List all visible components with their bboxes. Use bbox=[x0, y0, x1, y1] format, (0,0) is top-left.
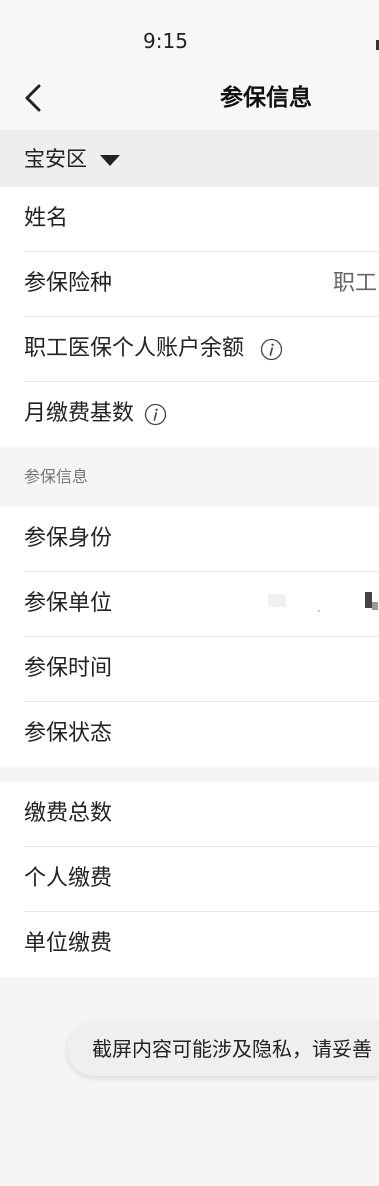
list-item[interactable]: 姓名 bbox=[0, 187, 379, 252]
list-item[interactable]: 缴费总数 bbox=[0, 782, 379, 847]
row-label: 姓名 bbox=[24, 206, 69, 231]
list-item[interactable]: 参保单位 bbox=[0, 572, 379, 637]
insurance-info-section: 参保身份 参保单位 参保时间 参保状态 bbox=[0, 507, 379, 767]
list-item[interactable]: 单位缴费 bbox=[0, 912, 379, 977]
row-label: 职工医保个人账户余额 bbox=[24, 336, 245, 361]
row-label: 参保时间 bbox=[24, 656, 113, 681]
caret-down-icon bbox=[100, 155, 120, 166]
list-item[interactable]: 职工医保个人账户余额 bbox=[0, 317, 379, 382]
privacy-toast: 截屏内容可能涉及隐私，请妥善 bbox=[67, 1022, 379, 1076]
list-item[interactable]: 参保状态 bbox=[0, 702, 379, 767]
back-chevron-icon[interactable] bbox=[22, 83, 44, 113]
region-selector[interactable]: 宝安区 bbox=[0, 130, 379, 187]
payment-section: 缴费总数 个人缴费 单位缴费 bbox=[0, 782, 379, 977]
row-label: 单位缴费 bbox=[24, 931, 113, 956]
redacted-mark bbox=[268, 594, 286, 607]
section-header-label: 参保信息 bbox=[24, 467, 89, 486]
list-item[interactable]: 参保身份 bbox=[0, 507, 379, 572]
list-item[interactable]: 月缴费基数 bbox=[0, 382, 379, 447]
info-icon[interactable] bbox=[144, 403, 167, 426]
section-header: 参保信息 bbox=[0, 448, 379, 507]
row-label: 月缴费基数 bbox=[24, 401, 135, 426]
redacted-mark bbox=[318, 610, 320, 612]
redacted-mark bbox=[372, 602, 378, 610]
redacted-mark bbox=[365, 592, 372, 608]
region-label: 宝安区 bbox=[24, 147, 87, 171]
list-item[interactable]: 参保时间 bbox=[0, 637, 379, 702]
info-icon[interactable] bbox=[260, 338, 283, 361]
row-label: 参保状态 bbox=[24, 721, 113, 746]
row-label: 参保险种 bbox=[24, 271, 113, 296]
page-title: 参保信息 bbox=[220, 85, 312, 111]
row-label: 缴费总数 bbox=[24, 801, 113, 826]
list-item[interactable]: 参保险种 职工 bbox=[0, 252, 379, 317]
basic-info-section: 姓名 参保险种 职工 职工医保个人账户余额 月缴费基数 bbox=[0, 187, 379, 447]
row-label: 参保身份 bbox=[24, 526, 113, 551]
list-item[interactable]: 个人缴费 bbox=[0, 847, 379, 912]
row-label: 个人缴费 bbox=[24, 866, 113, 891]
screen: 9:15 参保信息 宝安区 姓名 参保险种 职工 职工医保个人账户余额 月缴费基… bbox=[0, 0, 379, 1186]
row-label: 参保单位 bbox=[24, 591, 113, 616]
row-value: 职工 bbox=[333, 271, 378, 296]
toast-text: 截屏内容可能涉及隐私，请妥善 bbox=[92, 1037, 372, 1061]
status-time: 9:15 bbox=[143, 29, 188, 53]
top-bar: 9:15 参保信息 bbox=[0, 0, 379, 130]
